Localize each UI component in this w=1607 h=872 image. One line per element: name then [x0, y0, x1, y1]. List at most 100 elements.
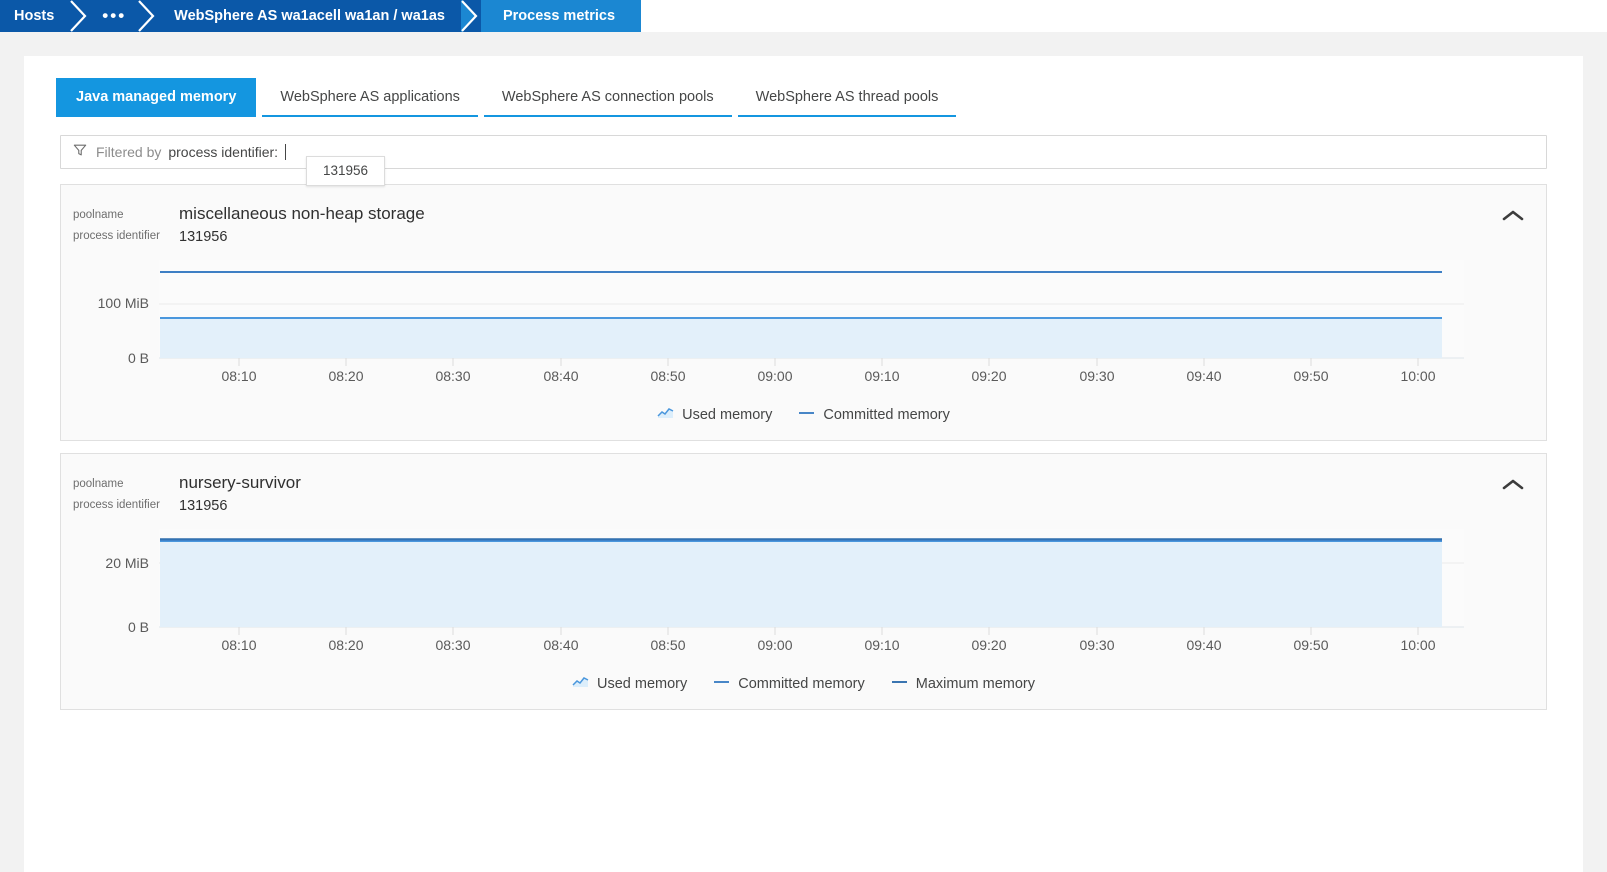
tab-websphere-as-connection-pools[interactable]: WebSphere AS connection pools: [483, 78, 732, 117]
chart-used-committed-memory: 100 MiB 0 B 08:10 08:20 08:30 08:40 08:5…: [61, 248, 1546, 440]
line-icon: [798, 406, 815, 424]
card-meta-keys: poolname process identifier: [73, 472, 175, 517]
legend-label: Maximum memory: [915, 676, 1035, 692]
meta-key-process-identifier: process identifier: [73, 499, 160, 511]
legend-item-used-memory[interactable]: Used memory: [572, 675, 687, 693]
chart-svg: 100 MiB 0 B 08:10 08:20 08:30 08:40 08:5…: [98, 260, 1464, 384]
breadcrumb: Hosts ••• WebSphere AS wa1acell wa1an / …: [0, 0, 1607, 32]
x-tick-label: 09:00: [757, 637, 792, 653]
line-icon: [713, 675, 730, 693]
x-tick-label: 09:10: [864, 368, 899, 384]
tab-bar: Java managed memory WebSphere AS applica…: [38, 78, 1569, 117]
filter-input[interactable]: Filtered by process identifier:: [60, 135, 1547, 169]
filter-prefix-label: Filtered by: [96, 144, 162, 160]
chevron-up-icon: [1502, 209, 1524, 228]
x-tick-label: 09:40: [1186, 637, 1221, 653]
card-process-identifier: 131956: [179, 229, 228, 245]
collapse-toggle-button[interactable]: [1496, 203, 1530, 233]
chevron-up-icon: [1502, 478, 1524, 497]
tab-label: Java managed memory: [76, 89, 237, 105]
x-tick-label: 09:20: [971, 637, 1006, 653]
y-tick-label: 0 B: [128, 619, 149, 635]
breadcrumb-item-process-metrics[interactable]: Process metrics: [480, 0, 642, 32]
x-tick-label: 08:50: [650, 637, 685, 653]
card-process-identifier: 131956: [179, 498, 228, 514]
y-tick-label: 20 MiB: [105, 555, 149, 571]
filter-suggestion-item[interactable]: 131956: [306, 156, 386, 186]
card-title: nursery-survivor: [179, 473, 301, 492]
x-tick-label: 08:30: [435, 368, 470, 384]
text-caret: [285, 144, 287, 160]
tab-websphere-as-applications[interactable]: WebSphere AS applications: [262, 78, 478, 117]
y-tick-label: 100 MiB: [98, 295, 149, 311]
card-title: miscellaneous non-heap storage: [179, 204, 425, 223]
chart-svg: 20 MiB 0 B 08:10 08:20 08:30 08:40 08:50…: [105, 529, 1464, 653]
breadcrumb-filler: [641, 0, 1607, 32]
x-tick-label: 09:00: [757, 368, 792, 384]
breadcrumb-item-websphere[interactable]: WebSphere AS wa1acell wa1an / wa1as: [158, 0, 461, 32]
breadcrumb-item-hosts[interactable]: Hosts: [0, 0, 71, 32]
legend-item-committed-memory[interactable]: Committed memory: [798, 406, 950, 424]
collapse-toggle-button[interactable]: [1496, 472, 1530, 502]
breadcrumb-separator-icon: [460, 0, 481, 32]
x-tick-label: 09:20: [971, 368, 1006, 384]
legend-item-maximum-memory[interactable]: Maximum memory: [891, 675, 1035, 693]
area-chart-icon: [572, 675, 589, 693]
x-tick-label: 09:30: [1079, 637, 1114, 653]
filter-section: Filtered by process identifier: 131956: [38, 117, 1569, 186]
x-tick-label: 08:40: [543, 368, 578, 384]
breadcrumb-separator-icon: [138, 0, 158, 32]
card-header: poolname process identifier miscellaneou…: [61, 185, 1546, 248]
breadcrumb-label: Hosts: [14, 8, 55, 24]
x-tick-label: 08:30: [435, 637, 470, 653]
breadcrumb-item-overflow[interactable]: •••: [90, 0, 139, 32]
legend-label: Committed memory: [738, 676, 865, 692]
breadcrumb-separator-icon: [70, 0, 90, 32]
x-tick-label: 08:20: [328, 637, 363, 653]
breadcrumb-label: Process metrics: [502, 8, 616, 24]
x-tick-label: 08:50: [650, 368, 685, 384]
card-meta-values: nursery-survivor 131956: [179, 472, 301, 517]
y-tick-label: 0 B: [128, 350, 149, 366]
tab-label: WebSphere AS connection pools: [501, 89, 714, 105]
tab-java-managed-memory[interactable]: Java managed memory: [56, 78, 257, 117]
tab-websphere-as-thread-pools[interactable]: WebSphere AS thread pools: [737, 78, 957, 117]
legend-label: Used memory: [597, 676, 688, 692]
x-tick-label: 09:40: [1186, 368, 1221, 384]
x-tick-label: 08:10: [221, 368, 256, 384]
x-tick-label: 10:00: [1400, 368, 1435, 384]
meta-key-process-identifier: process identifier: [73, 230, 160, 242]
breadcrumb-label: •••: [102, 6, 127, 25]
filter-suggestion-label: 131956: [323, 163, 369, 178]
x-tick-label: 08:40: [543, 637, 578, 653]
metric-card: poolname process identifier nursery-surv…: [60, 453, 1547, 710]
tab-label: WebSphere AS thread pools: [755, 89, 939, 105]
filter-key-label: process identifier:: [168, 144, 279, 160]
metric-card: poolname process identifier miscellaneou…: [60, 184, 1547, 441]
metric-cards: poolname process identifier miscellaneou…: [38, 169, 1569, 710]
line-icon: [891, 675, 908, 693]
x-tick-label: 09:10: [864, 637, 899, 653]
x-tick-label: 08:20: [328, 368, 363, 384]
legend-item-committed-memory[interactable]: Committed memory: [713, 675, 865, 693]
meta-key-poolname: poolname: [73, 478, 124, 490]
breadcrumb-label: WebSphere AS wa1acell wa1an / wa1as: [174, 8, 445, 24]
chart-legend: Used memory Committed memory: [61, 400, 1546, 440]
card-meta-keys: poolname process identifier: [73, 203, 175, 248]
x-tick-label: 09:30: [1079, 368, 1114, 384]
area-chart-icon: [657, 406, 674, 424]
page-body: Java managed memory WebSphere AS applica…: [0, 32, 1607, 872]
chart-legend: Used memory Committed memory: [61, 669, 1546, 709]
tab-label: WebSphere AS applications: [280, 89, 460, 105]
card-meta-values: miscellaneous non-heap storage 131956: [179, 203, 425, 248]
legend-label: Used memory: [682, 407, 773, 423]
legend-label: Committed memory: [823, 407, 950, 423]
card-header: poolname process identifier nursery-surv…: [61, 454, 1546, 517]
funnel-icon: [73, 143, 87, 162]
x-tick-label: 09:50: [1293, 368, 1328, 384]
legend-item-used-memory[interactable]: Used memory: [657, 406, 772, 424]
meta-key-poolname: poolname: [73, 209, 124, 221]
chart-used-committed-maximum-memory: 20 MiB 0 B 08:10 08:20 08:30 08:40 08:50…: [61, 517, 1546, 709]
x-tick-label: 10:00: [1400, 637, 1435, 653]
x-tick-label: 08:10: [221, 637, 256, 653]
